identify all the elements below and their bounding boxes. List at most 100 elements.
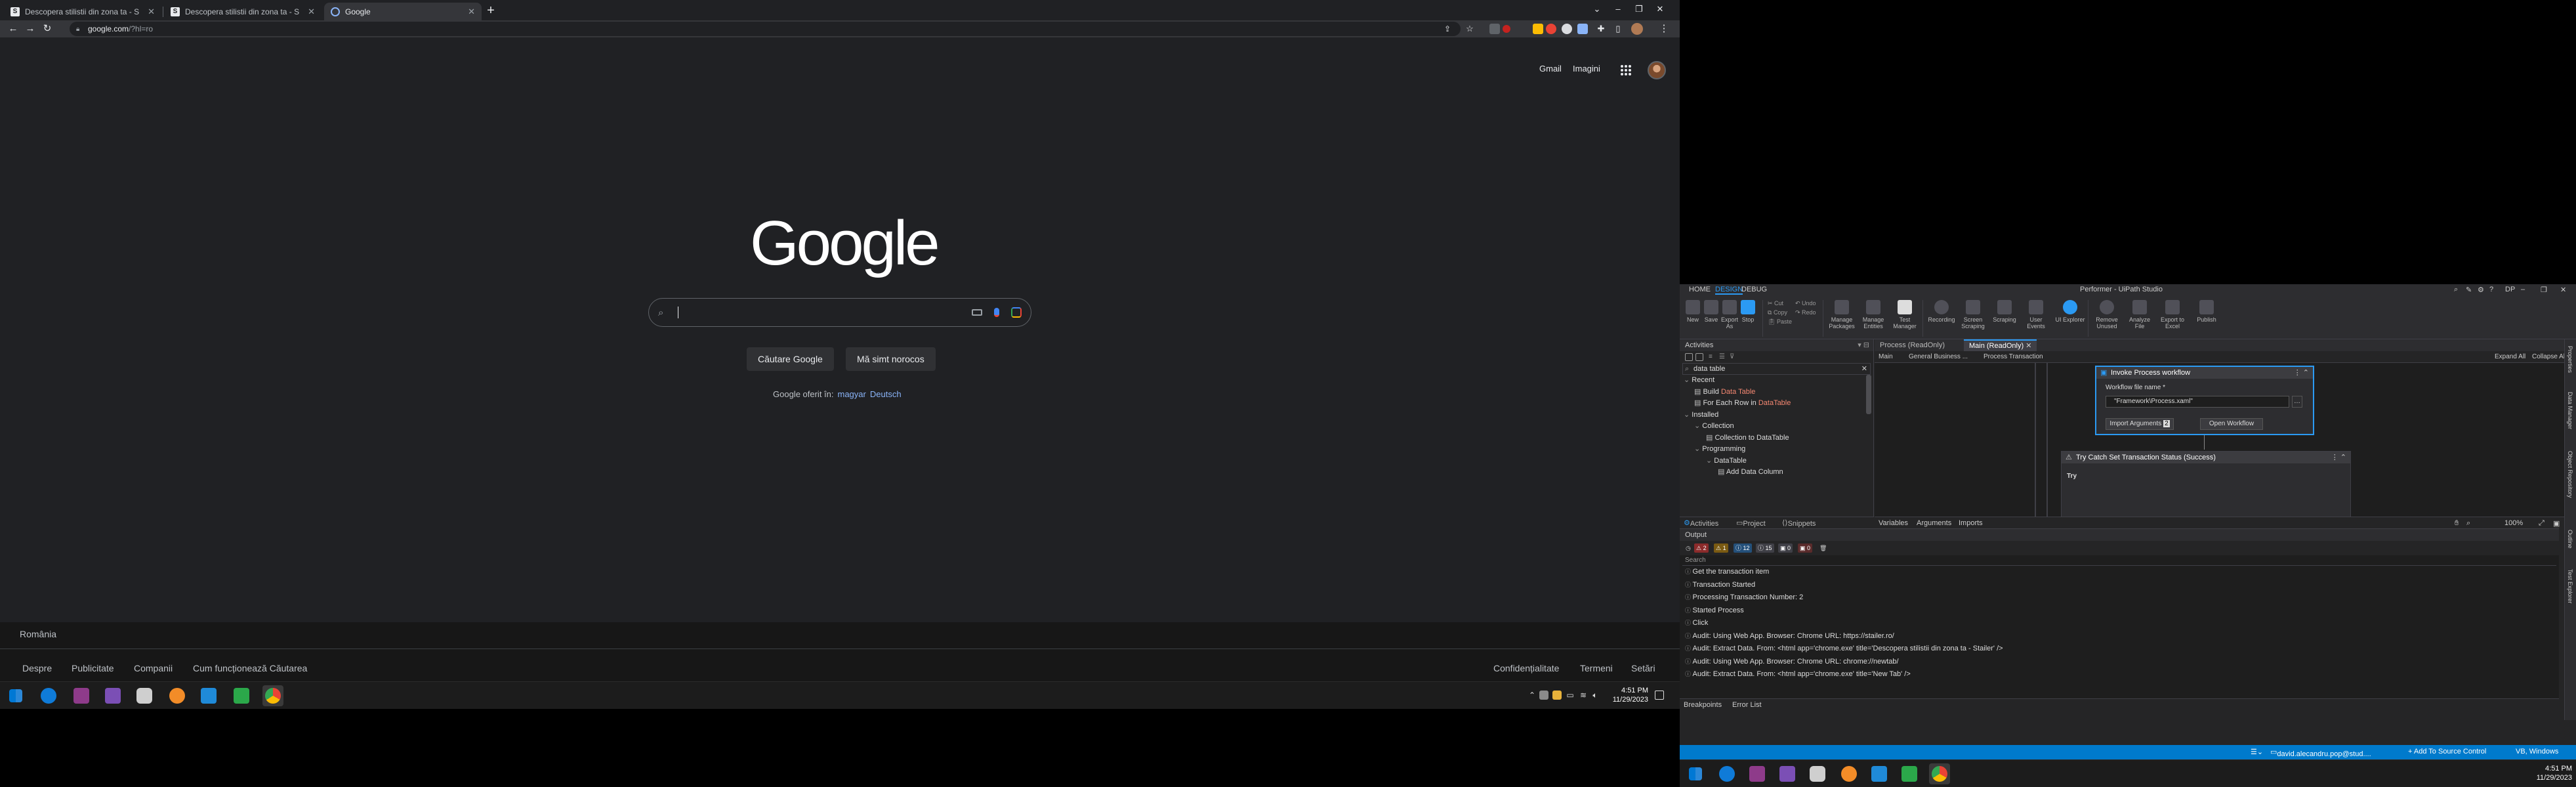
breadcrumb-main[interactable]: Main	[1879, 353, 1893, 360]
footer-link-settings[interactable]: Setări	[1631, 663, 1655, 673]
browser-tab-google[interactable]: Google ✕	[324, 3, 482, 20]
user-account-status[interactable]: ▭ david.alecandru.pop@stud....	[2270, 748, 2371, 758]
panel-options-icon[interactable]: ▾ ⊟	[1858, 339, 1869, 351]
clear-search-icon[interactable]: ✕	[1861, 364, 1867, 374]
reload-icon[interactable]: ↻	[41, 22, 54, 35]
tab-project[interactable]: ▭ Project	[1736, 519, 1766, 528]
analyze-file-button[interactable]: Analyze File	[2125, 300, 2155, 330]
workflow-file-input[interactable]: "Framework\Process.xaml"	[2106, 396, 2289, 408]
chrome-taskbar-icon[interactable]	[265, 688, 281, 704]
outline-tab[interactable]: Outline	[2567, 530, 2573, 549]
google-lens-icon[interactable]	[1011, 307, 1022, 318]
tray-app-icon[interactable]	[1539, 691, 1548, 700]
undo-button[interactable]: ↶ Undo	[1795, 300, 1816, 307]
tree-group-collection[interactable]: ⌄ Collection	[1680, 421, 1873, 433]
back-arrow-icon[interactable]: ←	[7, 22, 20, 35]
browser-tab-1[interactable]: S Descopera stilistii din zona ta - S ✕	[4, 3, 161, 20]
help-icon[interactable]: ?	[2489, 286, 2493, 293]
imports-tab[interactable]: Imports	[1959, 519, 1983, 527]
error-filter[interactable]: ⚠ 2	[1694, 543, 1709, 553]
expand-all-icon[interactable]	[1695, 353, 1703, 361]
user-initials[interactable]: DP	[2505, 286, 2515, 293]
footer-link-business[interactable]: Companii	[134, 663, 173, 673]
address-bar[interactable]: 🔒︎ google.com/?hl=ro	[70, 22, 1461, 36]
tree-item-build-data-table[interactable]: ▤ Build Data Table	[1680, 387, 1873, 398]
footer-link-how-search-works[interactable]: Cum funcționează Căutarea	[193, 663, 307, 673]
warning-filter[interactable]: ⚠ 1	[1714, 543, 1728, 553]
log-line[interactable]: Transaction Started	[1680, 579, 2559, 592]
puzzle-extensions-icon[interactable]: ✚	[1594, 22, 1608, 35]
fatal-filter[interactable]: ▣ 0	[1798, 543, 1813, 553]
media-app-icon[interactable]	[73, 688, 89, 704]
filter-icon[interactable]: ⊽	[1730, 353, 1737, 361]
notification-icon[interactable]	[1655, 691, 1664, 700]
test-explorer-tab[interactable]: Test Explorer	[2567, 569, 2573, 604]
bookmark-star-icon[interactable]: ☆	[1463, 22, 1476, 35]
tree-item-collection-to-datatable[interactable]: ▤ Collection to DataTable	[1680, 433, 1873, 444]
windows-start-icon[interactable]	[1689, 767, 1702, 780]
screen-scraping-button[interactable]: Screen Scraping	[1958, 300, 1988, 330]
breakpoints-tab[interactable]: Breakpoints	[1684, 701, 1722, 709]
kebab-menu-icon[interactable]: ⋮	[1657, 22, 1671, 35]
network-icon[interactable]: ▭	[1566, 691, 1575, 700]
user-events-button[interactable]: User Events	[2021, 300, 2051, 330]
publish-button[interactable]: Publish	[2192, 300, 2222, 323]
restore-icon[interactable]: ❐	[2541, 286, 2547, 294]
properties-tab[interactable]: Properties	[2567, 346, 2573, 373]
designer-canvas[interactable]: ▣ Invoke Process workflow ⋮ ⌃ Workflow fil…	[1875, 363, 2576, 517]
activities-search-input[interactable]: ⌕ data table ✕	[1682, 363, 1871, 375]
breadcrumb-general-business[interactable]: General Business ...	[1909, 353, 1968, 360]
error-list-tab[interactable]: Error List	[1732, 701, 1762, 709]
output-search-input[interactable]: Search	[1682, 555, 2556, 566]
settings-icon[interactable]: ⚙	[2478, 286, 2484, 294]
invoke-workflow-activity[interactable]: ▣ Invoke Process workflow ⋮ ⌃ Workflow fil…	[2095, 366, 2314, 435]
search-box[interactable]: ⌕	[648, 298, 1031, 327]
data-manager-tab[interactable]: Data Manager	[2567, 392, 2573, 429]
uipath-extension-icon[interactable]	[1546, 24, 1556, 34]
menu-debug[interactable]: DEBUG	[1741, 286, 1767, 293]
import-arguments-button[interactable]: Import Arguments 2	[2106, 418, 2174, 430]
windows-start-icon[interactable]	[9, 689, 22, 702]
close-tab-icon[interactable]: ✕	[148, 7, 155, 17]
cut-button[interactable]: ✂ Cut	[1768, 300, 1783, 307]
microphone-icon[interactable]	[994, 308, 999, 317]
arguments-tab[interactable]: Arguments	[1917, 519, 1951, 527]
close-tab-icon[interactable]: ✕	[2025, 342, 2031, 350]
blender-icon[interactable]	[169, 688, 185, 704]
minimize-icon[interactable]: –	[1609, 2, 1627, 16]
restore-icon[interactable]: ❐	[1630, 2, 1648, 16]
export-excel-button[interactable]: Export to Excel	[2157, 300, 2188, 330]
tab-process-readonly[interactable]: Process (ReadOnly)	[1875, 339, 1950, 351]
overview-icon[interactable]: ▣	[2553, 519, 2560, 528]
system-clock[interactable]: 4:51 PM 11/29/2023	[2533, 764, 2572, 782]
edge-icon[interactable]	[41, 688, 56, 704]
info-filter[interactable]: ⓘ 12	[1734, 543, 1752, 553]
extension-icon[interactable]	[1577, 24, 1588, 34]
system-clock[interactable]: 4:51 PM 11/29/2023	[1609, 686, 1648, 704]
tree-group-installed[interactable]: ⌄ Installed	[1680, 410, 1873, 421]
tray-chevron-icon[interactable]: ⌃	[1527, 691, 1537, 700]
log-line[interactable]: Started Process	[1680, 605, 2559, 618]
test-manager-button[interactable]: Test Manager	[1890, 300, 1920, 330]
footer-link-terms[interactable]: Termeni	[1580, 663, 1613, 673]
search-icon[interactable]: ⌕	[2454, 286, 2458, 294]
new-tab-plus-icon[interactable]: +	[484, 4, 498, 18]
minimize-icon[interactable]: –	[2521, 286, 2525, 293]
clear-output-icon[interactable]: 🗑︎	[1818, 543, 1829, 553]
recording-extension-icon[interactable]	[1503, 25, 1510, 33]
media-app-icon[interactable]	[1749, 766, 1765, 782]
feedback-icon[interactable]: ✎	[2466, 286, 2472, 294]
collapse-all-icon[interactable]	[1685, 353, 1693, 361]
extension-icon[interactable]	[1489, 24, 1500, 34]
paste-button[interactable]: 📋︎ Paste	[1768, 318, 1792, 326]
collapse-activity-icon[interactable]: ⋮ ⌃	[2294, 367, 2309, 379]
recording-button[interactable]: Recording	[1926, 300, 1957, 323]
google-apps-grid-icon[interactable]	[1621, 65, 1631, 75]
account-avatar[interactable]	[1648, 61, 1666, 79]
images-link[interactable]: Imagini	[1573, 64, 1600, 74]
log-line[interactable]: Audit: Using Web App. Browser: Chrome UR…	[1680, 630, 2559, 643]
verbose-filter[interactable]: ▣ 0	[1778, 543, 1793, 553]
log-line[interactable]: Audit: Using Web App. Browser: Chrome UR…	[1680, 656, 2559, 669]
pan-icon[interactable]: ✋︎	[2455, 519, 2459, 528]
uipath-assistant-icon[interactable]	[1901, 766, 1917, 782]
